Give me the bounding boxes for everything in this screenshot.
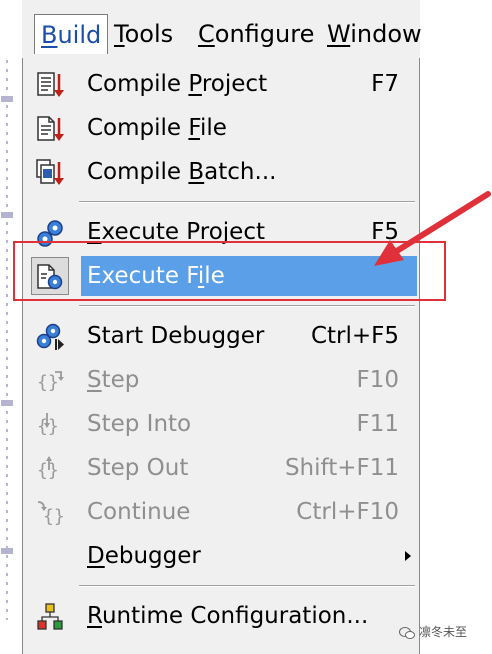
- shortcut-label: F10: [356, 367, 400, 393]
- compile-batch-icon: [36, 159, 64, 185]
- shortcut-label: F7: [371, 71, 399, 97]
- menu-item-compile-project[interactable]: Compile Project F7: [27, 64, 417, 104]
- menu-item-label: Compile Project: [87, 71, 268, 97]
- menu-window-mnemonic: W: [327, 20, 351, 48]
- menu-tools-label: ools: [124, 20, 174, 48]
- watermark-text: 凛冬未至: [419, 625, 468, 639]
- compile-project-icon: [37, 72, 64, 97]
- svg-text:{}: {}: [43, 506, 65, 527]
- menu-item-label: Compile File: [87, 115, 227, 141]
- menu-item-compile-batch[interactable]: Compile Batch...: [27, 152, 417, 192]
- menu-configure-mnemonic: C: [198, 20, 215, 48]
- shortcut-label: Ctrl+F10: [296, 499, 399, 525]
- screenshot-stage: Build Tools Configure Window Compile Pro…: [0, 0, 492, 654]
- wechat-icon: [399, 626, 415, 639]
- menu-configure-label: onfigure: [214, 20, 315, 48]
- menu-item-label: Step: [87, 367, 140, 393]
- menu-item-runtime-configuration[interactable]: Runtime Configuration...: [27, 596, 417, 636]
- submenu-arrow-icon: [405, 551, 411, 561]
- svg-text:{}: {}: [37, 460, 59, 481]
- menu-item-label: Step Into: [87, 411, 192, 437]
- start-debugger-icon: [36, 323, 64, 350]
- menu-tools-mnemonic: T: [114, 20, 125, 48]
- menu-configure[interactable]: Configure: [192, 14, 320, 54]
- menu-build-label: uild: [57, 21, 102, 49]
- shortcut-label: F11: [356, 411, 400, 437]
- menu-item-step[interactable]: {} Step F10: [27, 360, 417, 400]
- menu-separator: [79, 585, 415, 587]
- step-icon: {}: [37, 371, 64, 393]
- menu-item-label: Debugger: [87, 543, 201, 569]
- runtime-configuration-icon: [37, 603, 63, 630]
- menubar: Build Tools Configure Window: [22, 0, 422, 60]
- menu-item-label: Runtime Configuration...: [87, 603, 369, 629]
- menu-build[interactable]: Build: [34, 14, 109, 54]
- gutter-line: [6, 60, 8, 620]
- gutter-marker: [1, 212, 13, 218]
- svg-text:{}: {}: [37, 372, 59, 393]
- editor-gutter-strip: [0, 0, 23, 654]
- step-into-icon: {}: [37, 413, 59, 437]
- menu-item-label: Continue: [87, 499, 191, 525]
- menu-item-label: Start Debugger: [87, 323, 265, 349]
- menu-tools[interactable]: Tools: [108, 14, 179, 54]
- menu-item-compile-file[interactable]: Compile File: [27, 108, 417, 148]
- gutter-marker: [1, 400, 13, 406]
- compile-file-icon: [37, 116, 64, 141]
- menu-item-step-out[interactable]: {} Step Out Shift+F11: [27, 448, 417, 488]
- menu-item-label: Compile Batch...: [87, 159, 277, 185]
- gutter-marker: [1, 96, 13, 102]
- menu-item-continue[interactable]: {} Continue Ctrl+F10: [27, 492, 417, 532]
- gutter-marker: [1, 548, 13, 554]
- menu-window[interactable]: Window: [321, 14, 428, 54]
- menu-item-debugger-submenu[interactable]: Debugger: [27, 536, 417, 576]
- menu-item-step-into[interactable]: {} Step Into F11: [27, 404, 417, 444]
- step-out-icon: {}: [37, 456, 59, 481]
- menu-item-label: Step Out: [87, 455, 189, 481]
- menu-separator: [79, 305, 415, 307]
- continue-icon: {}: [37, 501, 65, 527]
- shortcut-label: Ctrl+F5: [310, 323, 399, 349]
- menu-build-mnemonic: B: [41, 21, 58, 49]
- menu-window-label: indow: [350, 20, 422, 48]
- menu-item-start-debugger[interactable]: Start Debugger Ctrl+F5: [27, 316, 417, 356]
- annotation-arrow-icon: [374, 191, 491, 266]
- watermark: 凛冬未至: [399, 622, 467, 642]
- build-menu-dropdown: Compile Project F7 Compile File Compile …: [22, 58, 420, 654]
- shortcut-label: Shift+F11: [284, 455, 399, 481]
